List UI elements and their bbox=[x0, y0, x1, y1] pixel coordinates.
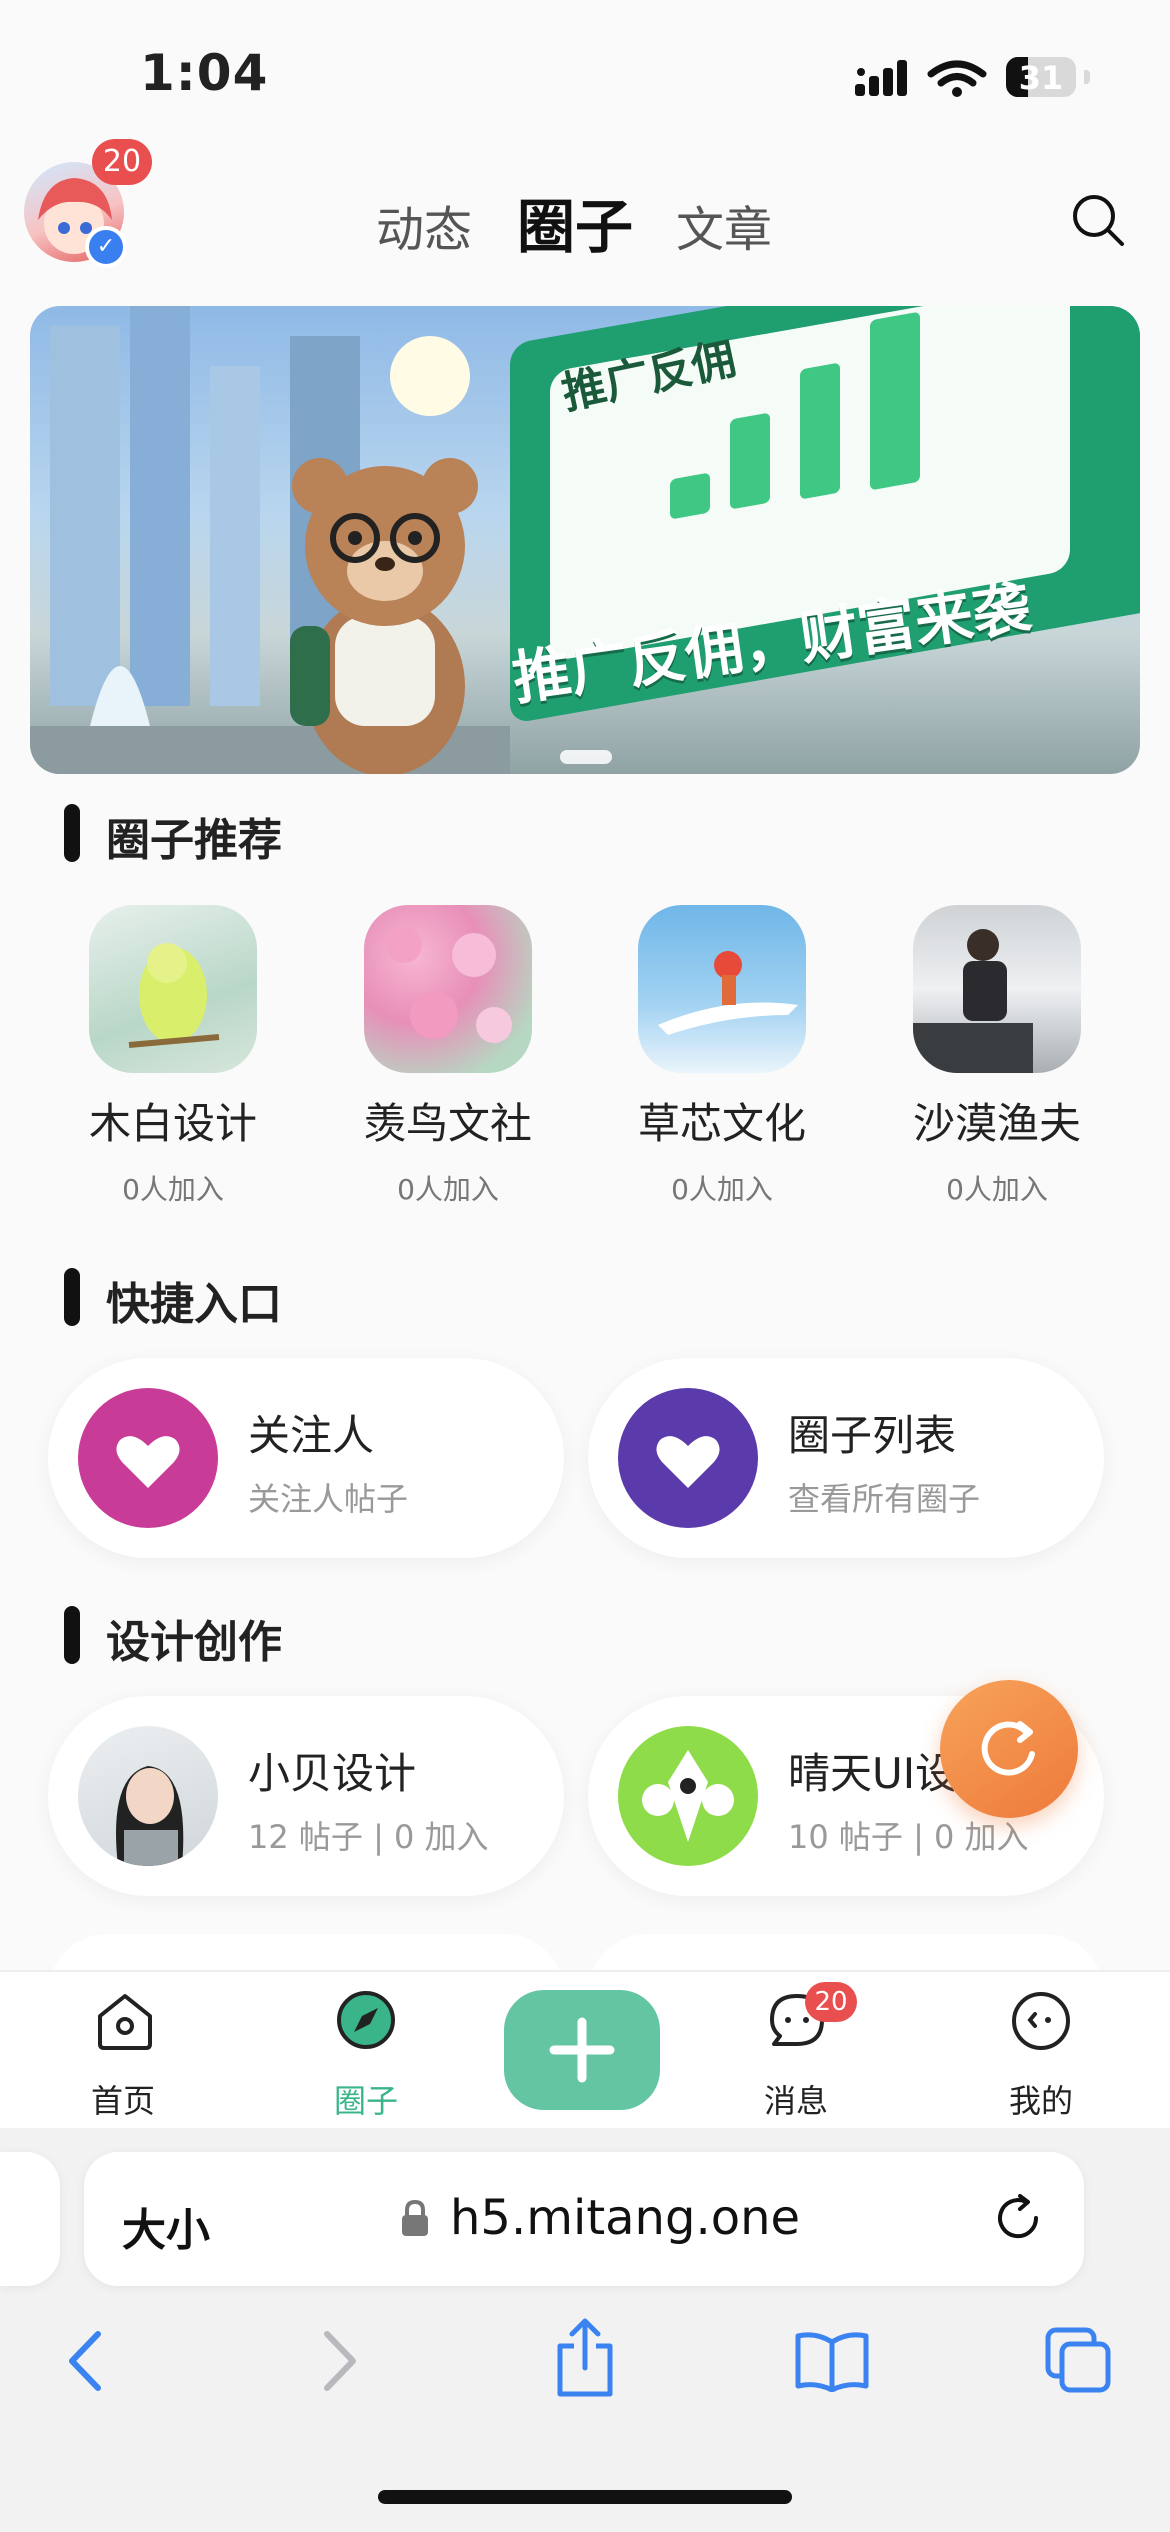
nav-label-messages[interactable]: 消息 bbox=[716, 2076, 876, 2122]
share-icon[interactable] bbox=[552, 2316, 618, 2400]
section-title-design: 设计创作 bbox=[106, 1617, 282, 1668]
signal-icon bbox=[855, 60, 987, 97]
refresh-icon bbox=[981, 1721, 1035, 1776]
circle-card-xiaobei[interactable]: 小贝设计 12 帖子 | 0 加入 bbox=[48, 1696, 564, 1896]
shortcut-title: 关注人 bbox=[248, 1411, 375, 1460]
home-icon[interactable] bbox=[94, 1990, 156, 2052]
compass-icon[interactable] bbox=[336, 1990, 396, 2050]
circle-member-count: 0人加入 bbox=[122, 1173, 224, 1206]
circle-name: 沙漠渔夫 bbox=[912, 1099, 1081, 1148]
nav-label-me[interactable]: 我的 bbox=[961, 2076, 1121, 2122]
circle-member-count: 0人加入 bbox=[671, 1173, 773, 1206]
status-time: 1:04 bbox=[140, 44, 269, 102]
circle-avatar-xianniao[interactable] bbox=[364, 905, 532, 1073]
circle-name: 羡鸟文社 bbox=[363, 1099, 532, 1148]
notification-badge: 20 bbox=[92, 139, 152, 185]
section-title-recommend: 圈子推荐 bbox=[106, 815, 282, 866]
nav-label-circles[interactable]: 圈子 bbox=[286, 2076, 446, 2122]
section-marker bbox=[64, 804, 80, 862]
circle-avatar-caoxin[interactable] bbox=[638, 905, 806, 1073]
refresh-button[interactable] bbox=[940, 1680, 1078, 1818]
circle-card-title: 小贝设计 bbox=[248, 1749, 417, 1798]
banner-pager bbox=[560, 750, 612, 764]
bear-mascot bbox=[290, 458, 478, 774]
previous-tab-preview[interactable] bbox=[0, 2152, 60, 2286]
heart-icon bbox=[78, 1388, 218, 1528]
reload-icon[interactable] bbox=[992, 2192, 1046, 2246]
circle-card-title: 晴天UI设 bbox=[788, 1749, 958, 1798]
promo-banner[interactable]: 推广反佣 推广反佣，财富来袭 bbox=[30, 306, 1140, 774]
shortcut-subtitle: 关注人帖子 bbox=[248, 1480, 409, 1518]
message-badge: 20 bbox=[805, 1982, 857, 2022]
nav-label-home[interactable]: 首页 bbox=[43, 2076, 203, 2122]
profile-icon[interactable] bbox=[1010, 1990, 1072, 2052]
battery-tip bbox=[1084, 70, 1090, 84]
section-title-shortcuts: 快捷入口 bbox=[106, 1279, 282, 1330]
lock-icon bbox=[402, 2199, 428, 2236]
bookmarks-icon[interactable] bbox=[794, 2330, 870, 2392]
section-marker bbox=[64, 1606, 80, 1664]
circle-card-stats: 12 帖子 | 0 加入 bbox=[248, 1818, 489, 1856]
circle-name: 草芯文化 bbox=[637, 1099, 806, 1148]
heart-icon bbox=[618, 1388, 758, 1528]
section-marker bbox=[64, 1268, 80, 1326]
text-size-button[interactable]: 大小 bbox=[122, 2194, 210, 2258]
circle-name: 木白设计 bbox=[88, 1099, 257, 1148]
shortcut-title: 圈子列表 bbox=[788, 1411, 957, 1460]
circle-avatar-mubai[interactable] bbox=[89, 905, 257, 1073]
plus-icon bbox=[549, 2017, 615, 2083]
circle-member-count: 0人加入 bbox=[397, 1173, 499, 1206]
tab-circles[interactable]: 圈子 bbox=[517, 180, 633, 264]
battery-level: 31 bbox=[1018, 59, 1064, 97]
circle-member-count: 0人加入 bbox=[946, 1173, 1048, 1206]
back-icon[interactable] bbox=[60, 2326, 110, 2396]
tabs-icon[interactable] bbox=[1044, 2326, 1114, 2396]
shortcut-circle-list[interactable]: 圈子列表 查看所有圈子 bbox=[588, 1358, 1104, 1558]
shortcut-following[interactable]: 关注人 关注人帖子 bbox=[48, 1358, 564, 1558]
verified-icon: ✓ bbox=[85, 226, 127, 268]
tab-articles[interactable]: 文章 bbox=[676, 190, 772, 260]
circle-card-stats: 10 帖子 | 0 加入 bbox=[788, 1818, 1029, 1856]
home-indicator bbox=[378, 2490, 792, 2504]
shortcut-subtitle: 查看所有圈子 bbox=[788, 1480, 981, 1518]
tab-dynamic[interactable]: 动态 bbox=[376, 190, 472, 260]
forward-icon[interactable] bbox=[315, 2326, 365, 2396]
url-text[interactable]: h5.mitang.one bbox=[450, 2190, 800, 2246]
circle-avatar-xiaobei bbox=[78, 1726, 218, 1866]
circle-avatar-shamo[interactable] bbox=[913, 905, 1081, 1073]
search-icon[interactable] bbox=[1070, 192, 1126, 248]
create-post-button[interactable] bbox=[504, 1990, 660, 2110]
battery-icon: 31 bbox=[1006, 57, 1076, 97]
circle-avatar-qingtian bbox=[618, 1726, 758, 1866]
